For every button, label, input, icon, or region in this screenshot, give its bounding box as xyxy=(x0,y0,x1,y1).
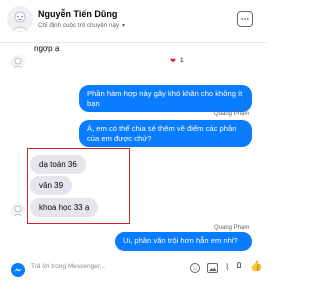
contact-avatar xyxy=(11,203,25,217)
assign-conversation-link[interactable]: Chỉ định cuộc trò chuyện này ▾ xyxy=(38,22,125,29)
messenger-icon[interactable] xyxy=(11,263,25,277)
more-dots-icon xyxy=(241,18,249,20)
messenger-bolt-icon xyxy=(14,268,22,272)
conversation-header: Nguyễn Tiến Dũng Chỉ định cuộc trò chuyệ… xyxy=(0,0,266,43)
incoming-message[interactable]: ngợp ạ xyxy=(28,40,65,57)
image-icon[interactable] xyxy=(207,263,218,273)
avatar-icon xyxy=(7,6,33,32)
incoming-message[interactable]: dạ toán 36 xyxy=(30,155,86,174)
outgoing-message[interactable]: Ui, phần văn trội hơn hẳn em nhỉ? xyxy=(115,232,252,251)
contact-avatar xyxy=(11,55,25,69)
incoming-message[interactable]: văn 39 xyxy=(30,176,73,195)
sender-name: Quang Phạm xyxy=(214,111,250,117)
outgoing-message[interactable]: À, em có thể chia sẻ thêm về điểm các ph… xyxy=(79,120,252,147)
emoji-icon[interactable] xyxy=(190,263,200,273)
like-icon[interactable]: 👍 xyxy=(250,261,262,272)
contact-name[interactable]: Nguyễn Tiến Dũng xyxy=(38,9,117,19)
sender-name: Quang Phạm xyxy=(214,225,250,231)
chevron-down-icon: ▾ xyxy=(121,23,125,29)
assign-conversation-label: Chỉ định cuộc trò chuyện này xyxy=(38,22,120,29)
emoji-face-icon xyxy=(193,266,197,270)
incoming-message[interactable]: khoa học 33 ạ xyxy=(30,198,99,217)
reaction-count: 1 xyxy=(180,57,184,64)
avatar[interactable] xyxy=(7,6,33,32)
heart-icon: ❤ xyxy=(170,58,176,65)
avatar-icon xyxy=(13,57,23,69)
message-composer: Trả lời trong Messenger... ⌇ 👍 xyxy=(0,255,266,285)
reaction-badge[interactable]: ❤ xyxy=(170,57,176,65)
attachment-icon[interactable]: ⌇ xyxy=(225,262,229,273)
avatar-icon xyxy=(13,205,23,217)
microphone-icon[interactable] xyxy=(237,262,241,268)
image-mountain-icon xyxy=(209,267,217,271)
outgoing-message[interactable]: Phần hàm hợp này gây khó khăn cho không … xyxy=(79,85,252,112)
reply-input[interactable]: Trả lời trong Messenger... xyxy=(31,263,105,270)
menu-button[interactable] xyxy=(237,11,253,27)
